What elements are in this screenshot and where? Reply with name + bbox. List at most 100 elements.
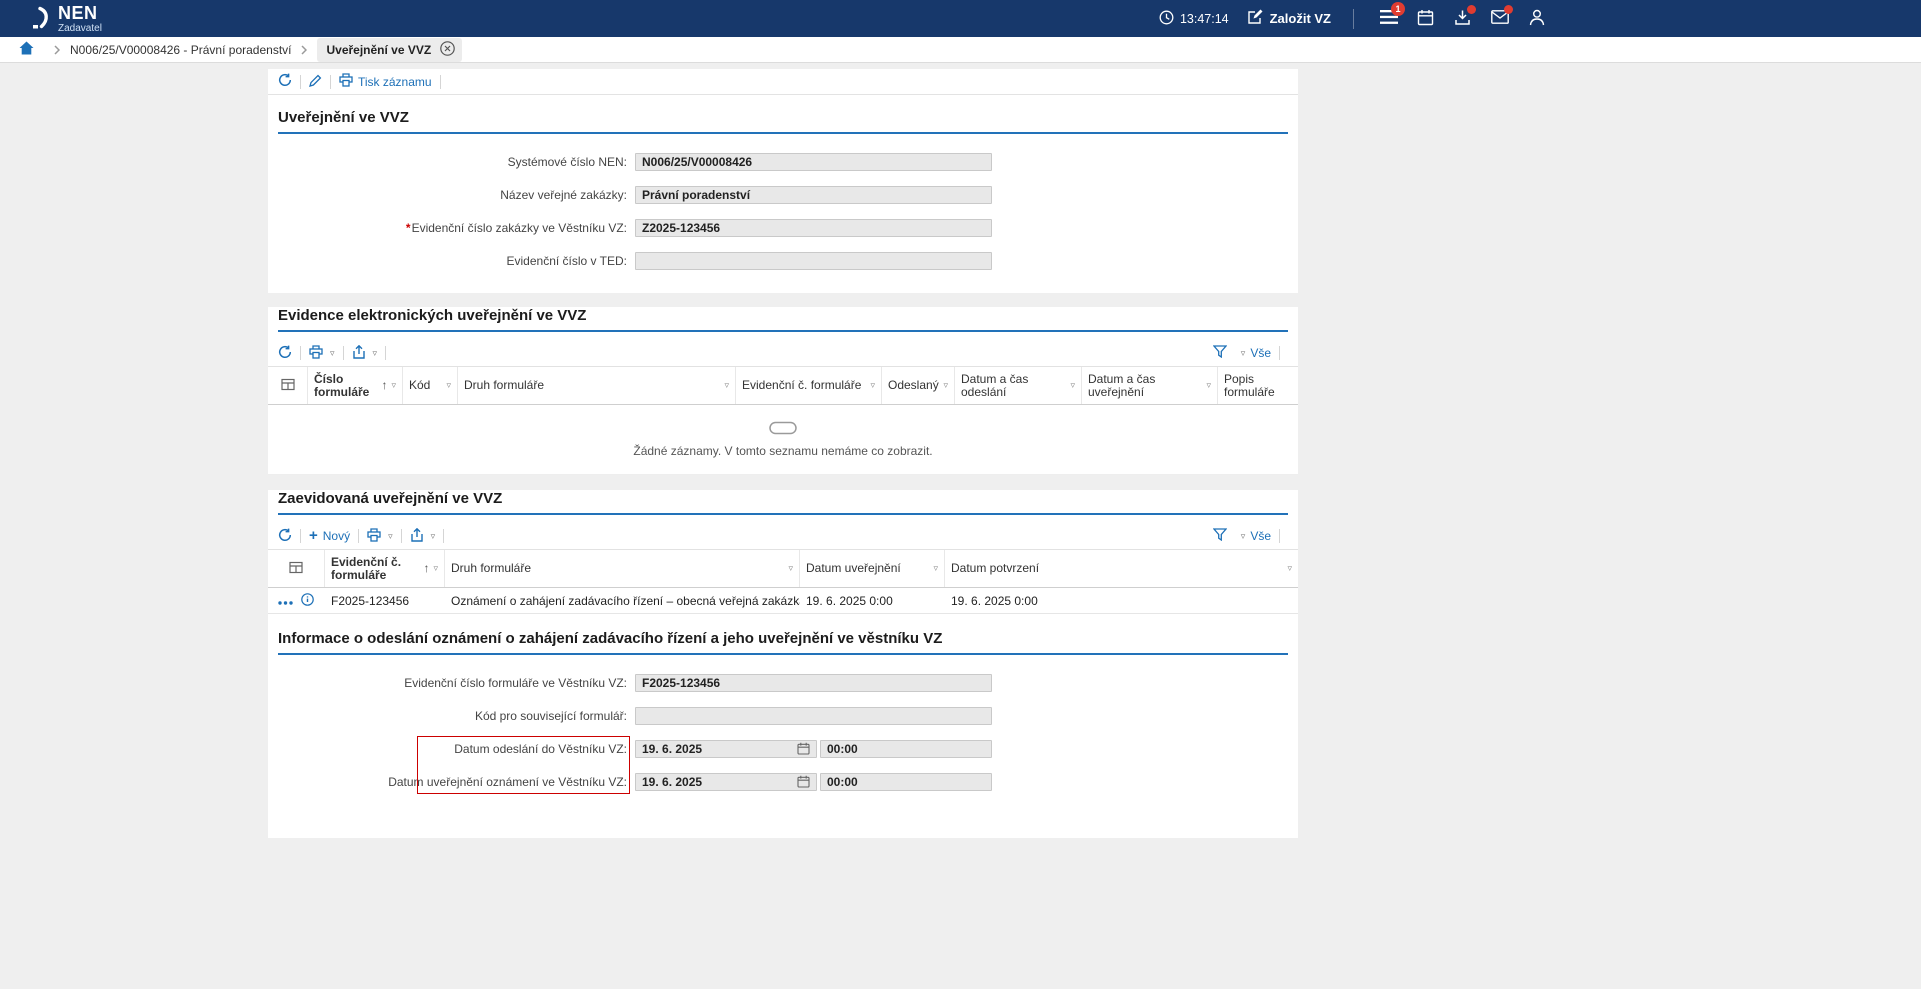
form-row: Název veřejné zakázky: Právní poradenstv… (268, 178, 1298, 211)
info-form: Evidenční číslo formuláře ve Věstníku VZ… (268, 655, 1298, 814)
column-filter-icon[interactable]: ▿ (720, 379, 729, 392)
clock-icon (1159, 10, 1174, 28)
refresh-button[interactable] (278, 528, 292, 545)
print-record-label: Tisk záznamu (358, 75, 432, 89)
form-row: Datum odeslání do Věstníku VZ: 19. 6. 20… (268, 732, 1298, 765)
filter-button[interactable] (1213, 345, 1227, 361)
new-label: Nový (323, 529, 350, 543)
print-list-button[interactable]: ▿ (367, 528, 393, 545)
filter-button[interactable] (1213, 528, 1227, 544)
form-number-field[interactable]: F2025-123456 (635, 674, 992, 692)
pencil-icon (309, 74, 322, 90)
funnel-icon (1213, 345, 1227, 361)
column-filter-icon[interactable]: ▿ (1202, 379, 1211, 392)
sent-date-value: 19. 6. 2025 (642, 742, 702, 756)
contract-name-field[interactable]: Právní poradenství (635, 186, 992, 204)
column-filter-icon[interactable]: ▿ (929, 562, 938, 575)
column-filter-icon[interactable]: ▿ (784, 562, 793, 575)
column-filter-icon[interactable]: ▿ (387, 379, 396, 392)
refresh-button[interactable] (278, 345, 292, 362)
cell-druh-formulare: Oznámení o zahájení zadávacího řízení – … (445, 594, 800, 608)
system-number-field[interactable]: N006/25/V00008426 (635, 153, 992, 171)
column-filter-icon[interactable]: ▿ (429, 562, 438, 575)
column-header-popis-formulare[interactable]: Popis formuláře (1218, 367, 1298, 404)
menu-button[interactable]: 1 (1370, 0, 1407, 37)
evidence-table-header: Číslo formuláře ↑ ▿ Kód ▿ Druh formuláře… (268, 366, 1298, 405)
downloads-button[interactable] (1444, 0, 1481, 37)
chevron-down-icon: ▿ (373, 348, 378, 359)
export-button[interactable]: ▿ (352, 345, 378, 362)
view-selector[interactable]: ▿ Vše (1239, 529, 1271, 543)
export-icon (352, 345, 366, 362)
print-list-button[interactable]: ▿ (309, 345, 335, 362)
ted-number-field[interactable] (635, 252, 992, 270)
sent-date-field[interactable]: 19. 6. 2025 (635, 740, 817, 758)
table-row[interactable]: F2025-123456 Oznámení o zahájení zadávac… (268, 588, 1298, 614)
column-filter-icon[interactable]: ▿ (1066, 379, 1075, 392)
session-clock: 13:47:14 (1159, 10, 1229, 28)
chevron-down-icon: ▿ (1241, 348, 1246, 359)
toolbar-separator (1279, 346, 1280, 360)
calendar-icon[interactable] (797, 742, 810, 755)
empty-state: Žádné záznamy. V tomto seznamu nemáme co… (268, 405, 1298, 475)
new-button[interactable]: + Nový (309, 529, 350, 543)
view-all-label: Vše (1250, 529, 1271, 543)
published-date-field[interactable]: 19. 6. 2025 (635, 773, 817, 791)
column-chooser-button[interactable] (268, 550, 325, 587)
column-header-kod[interactable]: Kód ▿ (403, 367, 458, 404)
close-tab-button[interactable] (440, 41, 455, 59)
column-header-druh-formulare[interactable]: Druh formuláře ▿ (445, 550, 800, 587)
toolbar-separator (440, 75, 441, 89)
column-header-datum-uverejneni[interactable]: Datum uveřejnění ▿ (800, 550, 945, 587)
column-header-odeslany[interactable]: Odeslaný ▿ (882, 367, 955, 404)
chevron-down-icon: ▿ (431, 531, 436, 542)
form-row: Evidenční číslo formuláře ve Věstníku VZ… (268, 666, 1298, 699)
refresh-icon (278, 528, 292, 545)
nen-logo[interactable]: NEN Zadavatel (32, 4, 102, 34)
published-time-field[interactable]: 00:00 (820, 773, 992, 791)
toolbar-separator (343, 346, 344, 360)
column-filter-icon[interactable]: ▿ (866, 379, 875, 392)
column-header-datum-uverejneni[interactable]: Datum a čas uveřejnění ▿ (1082, 367, 1218, 404)
refresh-icon (278, 73, 292, 90)
breadcrumb-item-procurement[interactable]: N006/25/V00008426 - Právní poradenství (70, 43, 291, 57)
home-icon (19, 41, 34, 58)
edit-button[interactable] (309, 74, 322, 90)
form-row: *Evidenční číslo zakázky ve Věstníku VZ:… (268, 211, 1298, 244)
column-filter-icon[interactable]: ▿ (939, 379, 948, 392)
topbar-divider (1353, 9, 1354, 29)
column-header-evidencni-c[interactable]: Evidenční č. formuláře ↑ ▿ (325, 550, 445, 587)
sent-time-field[interactable]: 00:00 (820, 740, 992, 758)
column-header-evidencni-c[interactable]: Evidenční č. formuláře ▿ (736, 367, 882, 404)
column-header-datum-potvrzeni[interactable]: Datum potvrzení ▿ (945, 550, 1298, 587)
export-button[interactable]: ▿ (410, 528, 436, 545)
record-toolbar: Tisk záznamu (268, 69, 1298, 95)
calendar-button[interactable] (1407, 0, 1444, 37)
home-button[interactable] (19, 41, 34, 58)
print-record-button[interactable]: Tisk záznamu (339, 73, 432, 90)
column-filter-icon[interactable]: ▿ (1283, 562, 1292, 575)
grid-icon (289, 561, 303, 577)
column-filter-icon[interactable]: ▿ (442, 379, 451, 392)
messages-button[interactable] (1481, 0, 1518, 37)
refresh-button[interactable] (278, 73, 292, 90)
vvz-number-field[interactable]: Z2025-123456 (635, 219, 992, 237)
view-selector[interactable]: ▿ Vše (1239, 346, 1271, 360)
create-vz-label: Založit VZ (1270, 11, 1331, 26)
evidence-card: Evidence elektronických uveřejnění ve VV… (268, 307, 1298, 475)
row-info-button[interactable] (301, 593, 314, 609)
breadcrumb-item-current[interactable]: Uveřejnění ve VVZ (317, 38, 462, 62)
calendar-icon[interactable] (797, 775, 810, 788)
column-chooser-button[interactable] (268, 367, 308, 404)
column-header-datum-odeslani[interactable]: Datum a čas odeslání ▿ (955, 367, 1082, 404)
create-vz-button[interactable]: Založit VZ (1247, 9, 1331, 28)
related-form-code-field[interactable] (635, 707, 992, 725)
cell-datum-uverejneni: 19. 6. 2025 0:00 (800, 594, 945, 608)
chevron-down-icon: ▿ (1241, 531, 1246, 542)
chevron-down-icon: ▿ (388, 531, 393, 542)
column-header-druh-formulare[interactable]: Druh formuláře ▿ (458, 367, 736, 404)
row-actions-button[interactable] (278, 593, 293, 608)
column-header-cislo-formulare[interactable]: Číslo formuláře ↑ ▿ (308, 367, 403, 404)
form-number-label: Evidenční číslo formuláře ve Věstníku VZ… (268, 676, 635, 690)
account-button[interactable] (1518, 0, 1555, 37)
